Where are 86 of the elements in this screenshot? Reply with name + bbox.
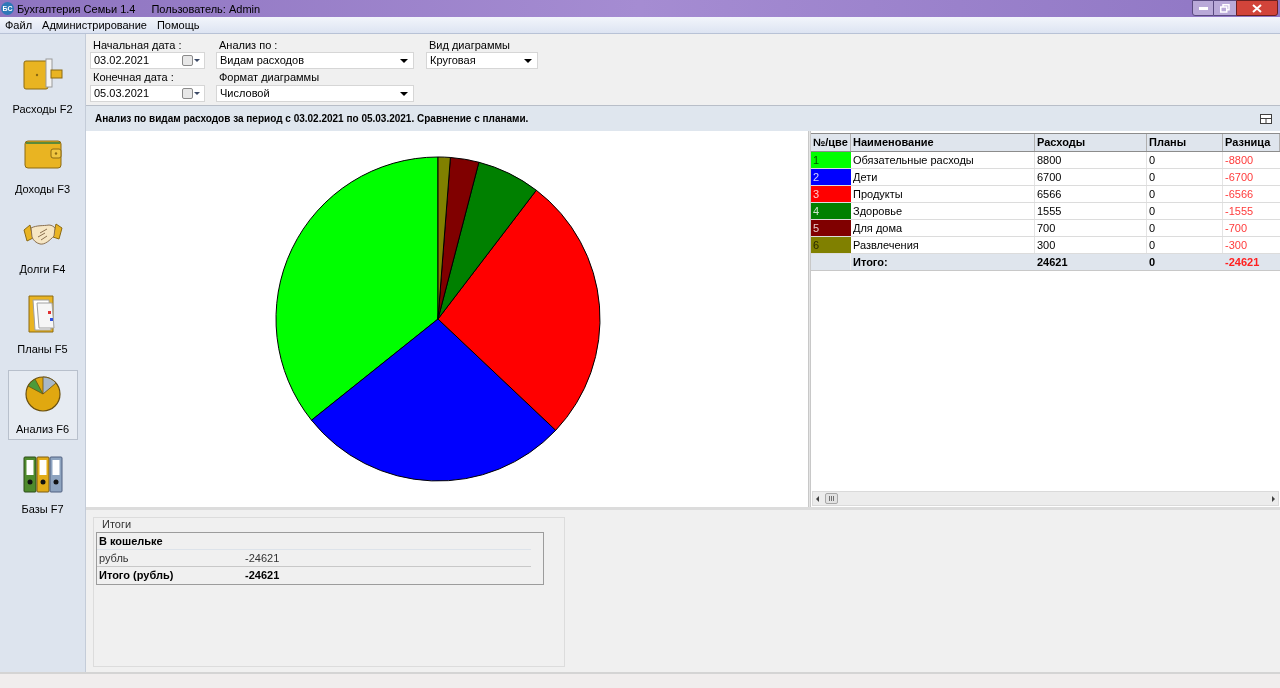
dropdown-select[interactable]: Круговая [426,52,538,69]
dropdown-select[interactable]: Видам расходов [216,52,414,69]
table-cell: Здоровье [851,203,1035,219]
sidebar-item[interactable]: Анализ F6 [7,370,78,440]
table-cell: 8800 [1035,152,1147,168]
report-title: Анализ по видам расходов за период с 03.02.2021 по 05.03.2021. Сравнение с планами. [95,112,529,126]
table-cell: 1555 [1035,203,1147,219]
column-header[interactable]: №/цве [811,134,851,151]
date-field[interactable]: 03.02.2021 [90,52,205,69]
color-number-cell: 4 [811,203,851,219]
column-header[interactable]: Разница [1223,134,1280,151]
window-title: Бухгалтерия Семьи 1.4 [17,1,136,16]
menu-item[interactable]: Помощь [151,17,205,33]
calendar-dropdown-icon [182,88,200,99]
table-layout-icon[interactable] [1260,113,1272,124]
table-cell: 6700 [1035,169,1147,185]
restore-icon [1220,3,1230,13]
pie-chart-icon [22,374,63,414]
table-cell-text: 0 [1148,255,1157,270]
table-cell-text: -6700 [1224,170,1255,185]
minimize-icon [1198,6,1208,10]
table-cell: Для дома [851,220,1035,236]
table-cell-text: -8800 [1224,153,1255,168]
table-cell-text: -6566 [1224,187,1255,202]
scroll-left-icon[interactable] [816,495,819,502]
totals-label: рубль [98,551,130,566]
column-header[interactable]: Планы [1147,134,1223,151]
menu-item[interactable]: Файл [0,17,38,33]
dropdown-caret-icon [400,58,408,63]
scrollbar-thumb[interactable] [825,493,838,504]
totals-value: -24621 [245,551,280,566]
table-cell: 300 [1035,237,1147,253]
table-cell: 0 [1147,237,1223,253]
field-label: Анализ по : [218,39,279,52]
date-field[interactable]: 05.03.2021 [90,85,205,102]
close-icon [1252,3,1262,13]
field-label: Формат диаграммы [218,71,321,84]
color-number-cell: 6 [811,237,851,253]
field-label: Начальная дата : [92,39,183,52]
maximize-button[interactable] [1214,0,1236,16]
column-header[interactable]: Расходы [1035,134,1147,151]
table-cell-text: -1555 [1224,204,1255,219]
table-cell: Дети [851,169,1035,185]
table-cell: 6566 [1035,186,1147,202]
close-button[interactable] [1236,0,1278,16]
sidebar-item[interactable]: Планы F5 [7,290,78,360]
dropdown-select[interactable]: Числовой [216,85,414,102]
sidebar-item[interactable]: Базы F7 [7,450,78,520]
section-title: В кошельке [97,533,531,550]
table-cell: Продукты [851,186,1035,202]
color-number-cell: 1 [811,152,851,168]
scroll-right-icon[interactable] [1272,495,1275,502]
dropdown-caret-icon [524,58,532,63]
sidebar-item[interactable]: Долги F4 [7,210,78,280]
user-label: Пользователь: Admin [151,1,261,16]
horizontal-scrollbar[interactable] [812,491,1279,506]
calendar-dropdown-icon [182,55,200,66]
column-header[interactable]: Наименование [851,134,1035,151]
table-cell-text: -700 [1224,221,1249,236]
table-cell: 0 [1147,169,1223,185]
field-label: Вид диаграммы [428,39,511,52]
grip-icon [829,496,834,501]
dropdown-caret-icon [400,91,408,96]
table-cell: 700 [1035,220,1147,236]
table-cell-text: Итого: [852,255,889,270]
table-cell: 0 [1147,220,1223,236]
table-cell: 0 [1147,186,1223,202]
minimize-button[interactable] [1192,0,1214,16]
color-number-cell: 5 [811,220,851,236]
color-number-cell: 2 [811,169,851,185]
table-cell-text: -24621 [1224,255,1261,270]
table-cell: 0 [1147,203,1223,219]
sidebar-item[interactable]: Расходы F2 [7,50,78,120]
totals-label: Итого (рубль) [98,568,175,583]
binders-icon [22,454,63,494]
table-cell: 0 [1147,152,1223,168]
table-cell-text: 24621 [1036,255,1069,270]
field-label: Конечная дата : [92,71,175,84]
sidebar-item[interactable]: Доходы F3 [7,130,78,200]
totals-value: -24621 [245,568,280,583]
color-number-cell: 3 [811,186,851,202]
table-cell: Обязательные расходы [851,152,1035,168]
group-title: Итоги [102,518,133,531]
table-cell: Развлечения [851,237,1035,253]
menu-item[interactable]: Администрирование [37,17,152,33]
table-cell-text: -300 [1224,238,1249,253]
